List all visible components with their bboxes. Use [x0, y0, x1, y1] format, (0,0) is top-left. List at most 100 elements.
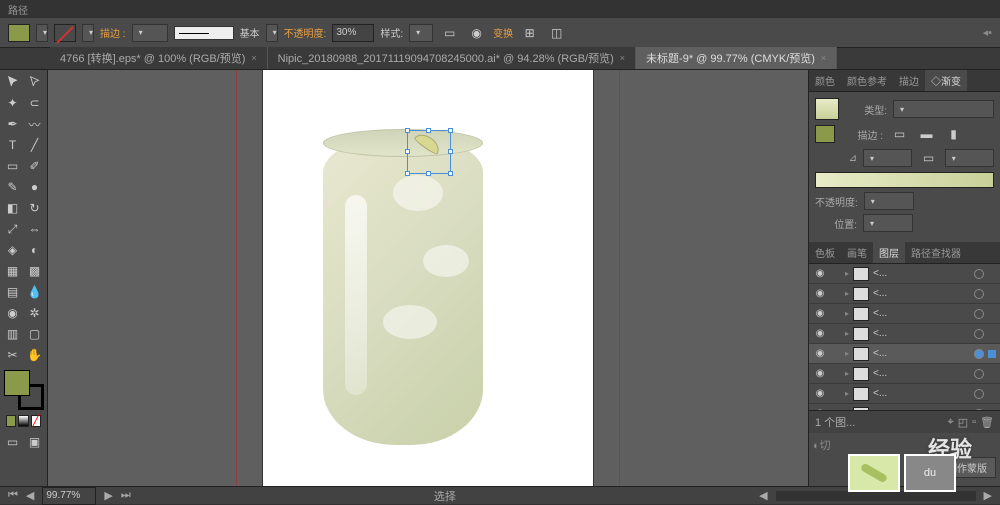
stop-location[interactable]	[863, 214, 913, 232]
gradient-mode-icon[interactable]	[18, 415, 28, 427]
fill-menu[interactable]	[36, 24, 48, 42]
style-menu[interactable]	[409, 24, 433, 42]
blend-icon[interactable]: ◉	[2, 303, 23, 323]
layer-row[interactable]: ◉ ▸ <...	[809, 324, 1000, 344]
visibility-icon[interactable]: ◉	[813, 308, 827, 319]
new-layer-icon[interactable]: ▫	[972, 416, 976, 428]
layer-row[interactable]: ◉ ▸ <...	[809, 384, 1000, 404]
layer-name[interactable]: <...	[873, 308, 970, 319]
panel-collapse-icon[interactable]: ◂▪	[983, 26, 992, 39]
aspect-icon[interactable]: ▭	[918, 148, 939, 168]
doc-tab-2[interactable]: Nipic_20180988_20171119094708245000.ai* …	[268, 47, 636, 69]
clip-opt-1[interactable]: ◐切	[813, 437, 831, 453]
layer-name[interactable]: <...	[873, 288, 970, 299]
nav-prev-icon[interactable]: ◀	[26, 489, 34, 502]
scroll-right-icon[interactable]: ▶	[984, 489, 992, 502]
target-icon[interactable]	[974, 289, 984, 299]
fill-stroke-indicator[interactable]	[4, 370, 44, 410]
color-mode-icon[interactable]	[6, 415, 16, 427]
target-icon[interactable]	[974, 349, 984, 359]
visibility-icon[interactable]: ◉	[813, 328, 827, 339]
symbol-sprayer-icon[interactable]: ✲	[24, 303, 45, 323]
curvature-tool-icon[interactable]: 〰	[24, 114, 45, 134]
none-mode-icon[interactable]: ╱	[31, 415, 41, 427]
close-icon[interactable]: ×	[620, 53, 625, 63]
expand-icon[interactable]: ▸	[845, 309, 849, 318]
layer-name[interactable]: <...	[873, 348, 970, 359]
expand-icon[interactable]: ▸	[845, 349, 849, 358]
stop-opacity[interactable]	[864, 192, 914, 210]
transform-label[interactable]: 变换	[493, 25, 513, 40]
expand-icon[interactable]: ▸	[845, 369, 849, 378]
visibility-icon[interactable]: ◉	[813, 288, 827, 299]
doc-setup-icon[interactable]: ▭	[439, 23, 460, 43]
target-icon[interactable]	[974, 389, 984, 399]
tab-color[interactable]: 颜色	[809, 70, 841, 91]
aspect-input[interactable]	[945, 149, 994, 167]
recolor-icon[interactable]: ◉	[466, 23, 487, 43]
screen-mode-icon[interactable]: ▭	[2, 432, 23, 452]
direct-selection-tool-icon[interactable]	[24, 72, 45, 92]
visibility-icon[interactable]: ◉	[813, 268, 827, 279]
perspective-icon[interactable]: ▦	[2, 261, 23, 281]
tab-gradient[interactable]: ◇渐变	[925, 70, 967, 91]
tab-pathfinder[interactable]: 路径查找器	[905, 242, 967, 263]
mesh-icon[interactable]: ▩	[24, 261, 45, 281]
delete-layer-icon[interactable]: 🗑	[980, 416, 994, 429]
stroke-swatch[interactable]	[54, 24, 76, 42]
target-icon[interactable]	[974, 329, 984, 339]
pencil-icon[interactable]: ✎	[2, 177, 23, 197]
target-icon[interactable]	[974, 369, 984, 379]
graph-icon[interactable]: ▥	[2, 324, 23, 344]
gradient-type-menu[interactable]	[893, 100, 994, 118]
scroll-left-icon[interactable]: ◀	[759, 489, 767, 502]
stroke-menu[interactable]	[82, 24, 94, 42]
rotate-icon[interactable]: ↻	[24, 198, 45, 218]
type-tool-icon[interactable]: T	[2, 135, 23, 155]
new-sublayer-icon[interactable]: ◰	[958, 416, 968, 429]
gradient-preview-swatch[interactable]	[815, 98, 839, 120]
layer-row[interactable]: ◉ ▸ <...	[809, 264, 1000, 284]
angle-input[interactable]	[863, 149, 912, 167]
bounds-icon[interactable]: ◫	[546, 23, 567, 43]
expand-icon[interactable]: ▸	[845, 329, 849, 338]
tab-swatches[interactable]: 色板	[809, 242, 841, 263]
layer-row[interactable]: ◉ ▸ <...	[809, 364, 1000, 384]
expand-icon[interactable]: ▸	[845, 389, 849, 398]
stroke-across-icon[interactable]: ▮	[943, 124, 964, 144]
paintbrush-icon[interactable]: ✐	[24, 156, 45, 176]
h-scrollbar[interactable]	[776, 491, 976, 501]
doc-tab-1[interactable]: 4766 [转换].eps* @ 100% (RGB/预览)×	[50, 47, 268, 69]
gradient-icon[interactable]: ▤	[2, 282, 23, 302]
layer-name[interactable]: <...	[873, 268, 970, 279]
line-tool-icon[interactable]: ╱	[24, 135, 45, 155]
target-icon[interactable]	[974, 269, 984, 279]
scale-icon[interactable]: ⤢	[2, 219, 23, 239]
selection-tool-icon[interactable]	[2, 72, 23, 92]
layer-name[interactable]: <...	[873, 388, 970, 399]
stroke-style-menu[interactable]	[266, 24, 278, 42]
nav-first-icon[interactable]: ⏮	[8, 489, 18, 502]
visibility-icon[interactable]: ◉	[813, 388, 827, 399]
align-icon[interactable]: ⊞	[519, 23, 540, 43]
blob-brush-icon[interactable]: ●	[24, 177, 45, 197]
lasso-icon[interactable]: ⊂	[24, 93, 45, 113]
width-tool-icon[interactable]: ⇔	[24, 219, 45, 239]
slice-icon[interactable]: ✂	[2, 345, 23, 365]
fill-swatch[interactable]	[8, 24, 30, 42]
magic-wand-icon[interactable]: ✦	[2, 93, 23, 113]
fill-color-icon[interactable]	[4, 370, 30, 396]
layer-name[interactable]: <...	[873, 328, 970, 339]
layer-name[interactable]: <...	[873, 368, 970, 379]
close-icon[interactable]: ×	[251, 53, 256, 63]
layer-row[interactable]: ◉ ▸ <...	[809, 284, 1000, 304]
expand-icon[interactable]: ▸	[845, 289, 849, 298]
eraser-icon[interactable]: ◧	[2, 198, 23, 218]
layer-row[interactable]: ◉ ▸ <...	[809, 344, 1000, 364]
layer-row[interactable]: ◉ ▸ <...	[809, 304, 1000, 324]
eyedropper-icon[interactable]: 💧	[24, 282, 45, 302]
artwork-banana-slice[interactable]	[414, 137, 446, 169]
canvas[interactable]	[48, 70, 808, 486]
tab-brushes[interactable]: 画笔	[841, 242, 873, 263]
stroke-along-icon[interactable]: ▬	[916, 124, 937, 144]
